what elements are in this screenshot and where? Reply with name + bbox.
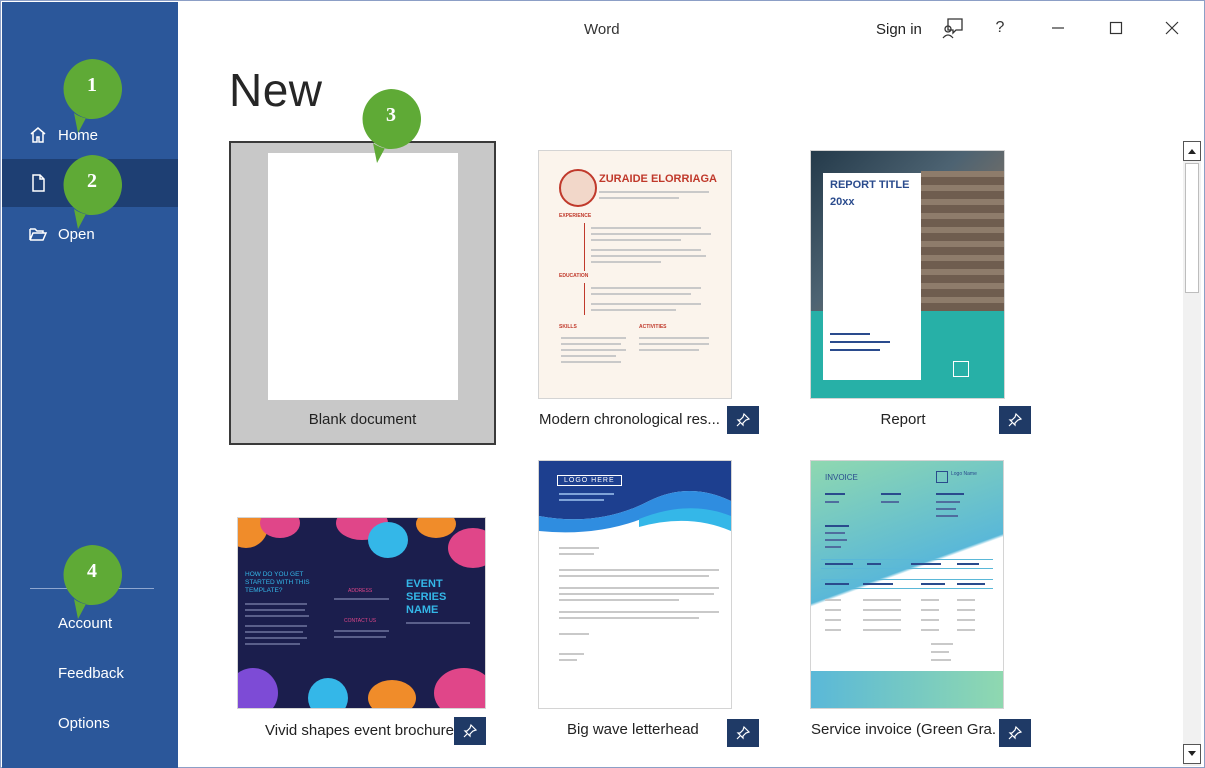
- pin-button[interactable]: [999, 406, 1031, 434]
- callout-number: 4: [87, 560, 97, 582]
- resume-thumbnail: ZURAIDE ELORRIAGA EXPERIENCE EDUCATION S…: [539, 151, 731, 398]
- sidebar-item-feedback[interactable]: Feedback: [58, 665, 124, 682]
- pin-icon: [1008, 725, 1023, 740]
- resume-activities-heading: ACTIVITIES: [639, 324, 667, 330]
- template-label: Blank document: [308, 411, 417, 428]
- brochure-question: HOW DO YOU GET STARTED WITH THIS TEMPLAT…: [245, 571, 310, 594]
- brochure-address: ADDRESS: [348, 588, 373, 594]
- vertical-scrollbar[interactable]: [1183, 141, 1201, 766]
- template-report[interactable]: REPORT TITLE 20xx Report: [811, 151, 1033, 436]
- minimize-icon: [1052, 27, 1064, 29]
- sidebar-item-options[interactable]: Options: [58, 715, 110, 732]
- coauthoring-button[interactable]: [936, 12, 970, 44]
- report-year-text: 20xx: [830, 196, 855, 208]
- resume-skills-heading: SKILLS: [559, 324, 577, 330]
- minimize-button[interactable]: [1041, 12, 1075, 44]
- callout-4: 4: [60, 543, 124, 619]
- scroll-up-icon: [1188, 149, 1196, 154]
- resume-experience-heading: EXPERIENCE: [559, 213, 592, 219]
- template-label: Vivid shapes event brochure: [265, 722, 455, 739]
- sign-in-link[interactable]: Sign in: [876, 21, 922, 38]
- folder-open-icon: [29, 228, 48, 241]
- new-document-icon: [32, 174, 45, 192]
- pin-icon: [736, 725, 751, 740]
- template-blank-document[interactable]: Blank document: [229, 141, 496, 445]
- scroll-down-button[interactable]: [1183, 744, 1201, 764]
- template-label: Modern chronological res...: [539, 411, 720, 428]
- callout-number: 1: [87, 74, 97, 96]
- resume-photo: [559, 169, 597, 207]
- invoice-logo-icon: [936, 471, 948, 483]
- callout-2: 2: [60, 153, 124, 229]
- resume-education-heading: EDUCATION: [559, 273, 589, 279]
- pin-icon: [463, 723, 478, 738]
- template-modern-chronological-resume[interactable]: ZURAIDE ELORRIAGA EXPERIENCE EDUCATION S…: [538, 151, 760, 436]
- word-window: Home Open Account Feedback Options Word …: [0, 0, 1205, 768]
- callout-number: 3: [386, 104, 396, 126]
- letterhead-logo: LOGO HERE: [557, 475, 622, 486]
- report-title-text: REPORT TITLE: [830, 179, 910, 191]
- invoice-title: INVOICE: [825, 473, 858, 482]
- template-label: Service invoice (Green Gra...: [811, 721, 997, 738]
- home-icon: [30, 127, 46, 143]
- letterhead-thumbnail: LOGO HERE: [539, 461, 731, 708]
- brochure-contact: CONTACT US: [344, 618, 377, 624]
- callout-number: 2: [87, 170, 97, 192]
- blank-document-thumbnail: [268, 153, 458, 400]
- page-title: New: [229, 64, 323, 116]
- report-title-panel: REPORT TITLE 20xx: [823, 173, 921, 380]
- close-button[interactable]: [1155, 12, 1189, 44]
- scroll-up-button[interactable]: [1183, 141, 1201, 161]
- pin-button[interactable]: [999, 719, 1031, 747]
- scrollbar-thumb[interactable]: [1185, 163, 1199, 293]
- pin-button[interactable]: [727, 406, 759, 434]
- resume-name: ZURAIDE ELORRIAGA: [599, 173, 717, 185]
- maximize-button[interactable]: [1099, 12, 1133, 44]
- template-big-wave-letterhead[interactable]: LOGO HERE Big wave letterhead: [538, 461, 760, 751]
- brochure-event-title: EVENT SERIES NAME: [406, 578, 447, 616]
- close-icon: [1165, 21, 1179, 35]
- pin-button[interactable]: [727, 719, 759, 747]
- pin-button[interactable]: [454, 717, 486, 745]
- callout-1: 1: [60, 57, 124, 133]
- help-button[interactable]: ?: [983, 12, 1017, 44]
- scroll-down-icon: [1188, 751, 1196, 756]
- brochure-thumbnail: HOW DO YOU GET STARTED WITH THIS TEMPLAT…: [238, 518, 485, 708]
- pin-icon: [736, 412, 751, 427]
- invoice-logo-name: Logo Name: [951, 471, 977, 477]
- coauthoring-icon: [942, 18, 963, 39]
- pin-icon: [1008, 412, 1023, 427]
- template-label: Big wave letterhead: [567, 721, 699, 738]
- title-bar: Word Sign in ?: [179, 2, 1204, 54]
- template-vivid-shapes-event-brochure[interactable]: HOW DO YOU GET STARTED WITH THIS TEMPLAT…: [238, 518, 490, 748]
- callout-3: 3: [359, 87, 423, 163]
- app-title: Word: [584, 21, 620, 38]
- template-service-invoice-green-gradient[interactable]: INVOICE Logo Name Service invoice (Green…: [811, 461, 1033, 751]
- report-logo-icon: [953, 361, 969, 377]
- invoice-thumbnail: INVOICE Logo Name: [811, 461, 1003, 708]
- maximize-icon: [1109, 21, 1123, 35]
- template-label: Report: [880, 411, 926, 428]
- report-thumbnail: REPORT TITLE 20xx: [811, 151, 1004, 398]
